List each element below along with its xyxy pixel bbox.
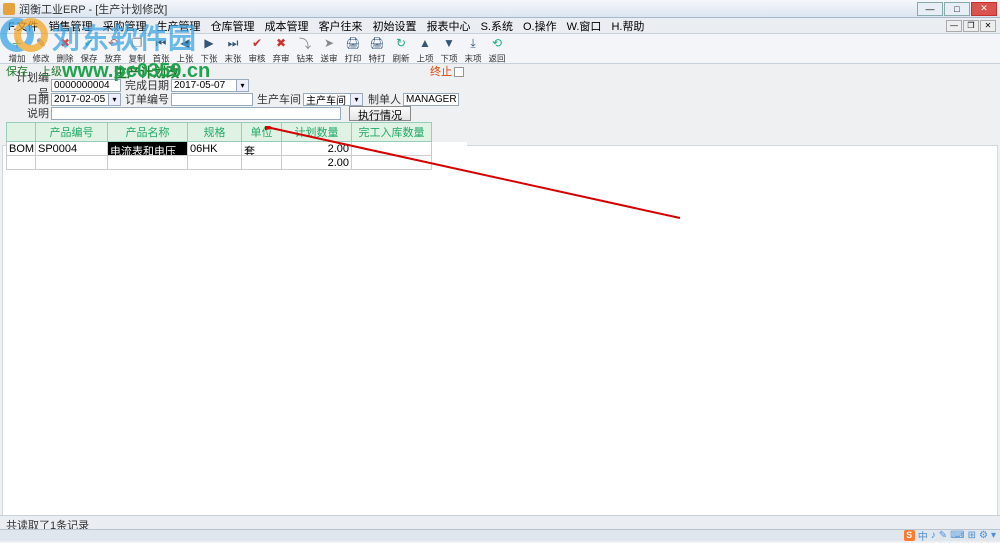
maker-input[interactable] [403, 93, 459, 106]
approve-button[interactable]: ✔审核 [246, 35, 268, 65]
refresh-button[interactable]: ↻刷新 [390, 35, 412, 65]
menu-sales[interactable]: 销售管理 [45, 17, 97, 35]
col-spec[interactable]: 规格 [188, 122, 242, 142]
tray-pen-icon[interactable]: ✎ [939, 530, 947, 541]
menu-file[interactable]: F.文件 [4, 17, 43, 35]
special-print-button[interactable]: 🖨特打 [366, 35, 388, 65]
cell-name[interactable]: 电流表和电压表 [108, 142, 188, 156]
date-input[interactable] [51, 93, 109, 106]
order-no-input[interactable] [171, 93, 253, 106]
menu-window[interactable]: W.窗口 [563, 17, 606, 35]
col-plan-qty[interactable]: 计划数量 [282, 122, 352, 142]
app-icon [3, 3, 15, 15]
workshop-label: 生产车间 [253, 91, 303, 107]
menu-report[interactable]: 报表中心 [423, 17, 475, 35]
edit-button[interactable]: ✎修改 [30, 35, 52, 65]
maximize-button[interactable]: □ [944, 2, 970, 16]
cell-code[interactable]: SP0004 [36, 142, 108, 156]
tray-grid-icon[interactable]: ⊞ [968, 530, 976, 541]
menu-purchase[interactable]: 采购管理 [99, 17, 151, 35]
cell-unit[interactable]: 套 [242, 142, 282, 156]
product-grid: 产品编号 产品名称 规格 单位 计划数量 完工入库数量 BOM表 SP0004 … [6, 122, 467, 170]
terminate-checkbox[interactable] [454, 67, 464, 77]
grid-row[interactable]: BOM表 SP0004 电流表和电压表 06HK 套 2.00 [6, 142, 467, 156]
order-no-label: 订单编号 [121, 91, 171, 107]
unapprove-button[interactable]: ✖弃审 [270, 35, 292, 65]
tray-keyboard-icon[interactable]: ⌨ [950, 530, 964, 541]
tray-more-icon[interactable]: ▾ [991, 530, 996, 541]
cell-bom[interactable]: BOM表 [6, 142, 36, 156]
statusbar: 共读取了1条记录 [0, 515, 1000, 529]
foot-plan-qty: 2.00 [282, 156, 352, 170]
desc-input[interactable] [51, 107, 341, 120]
menu-operate[interactable]: O.操作 [519, 17, 561, 35]
menu-warehouse[interactable]: 仓库管理 [207, 17, 259, 35]
up-item-button[interactable]: ▲上项 [414, 35, 436, 65]
col-product-name[interactable]: 产品名称 [108, 122, 188, 142]
drill-in-button[interactable]: ⤵钻来 [294, 35, 316, 65]
child-close-button[interactable]: ✕ [980, 20, 996, 32]
menubar: F.文件 销售管理 采购管理 生产管理 仓库管理 成本管理 客户往来 初始设置 … [0, 18, 1000, 34]
exec-status-button[interactable]: 执行情况 [349, 106, 411, 121]
taskbar [0, 529, 1000, 541]
col-blank[interactable] [6, 122, 36, 142]
menu-help[interactable]: H.帮助 [607, 17, 648, 35]
workshop-input[interactable] [303, 93, 351, 106]
col-product-code[interactable]: 产品编号 [36, 122, 108, 142]
finish-date-picker-icon[interactable]: ▾ [237, 79, 249, 92]
inline-superior-link[interactable]: 上级 [40, 63, 62, 79]
add-button[interactable]: ＋增加 [6, 35, 28, 65]
minimize-button[interactable]: — [917, 2, 943, 16]
inline-save-link[interactable]: 保存 [6, 63, 28, 79]
last-item-button[interactable]: ⤓末项 [462, 35, 484, 65]
last-button[interactable]: ⏭末张 [222, 35, 244, 65]
workshop-picker-icon[interactable]: ▾ [351, 93, 363, 106]
menu-system[interactable]: S.系统 [477, 17, 517, 35]
content-area [2, 145, 998, 517]
watermark-url: www.pc0359.cn [62, 60, 210, 83]
child-minimize-button[interactable]: — [946, 20, 962, 32]
terminate-label: 终止 [430, 66, 452, 78]
menu-init[interactable]: 初始设置 [369, 17, 421, 35]
tray-gear-icon[interactable]: ⚙ [979, 530, 988, 541]
tray-sound-icon[interactable]: ♪ [931, 530, 936, 541]
tray-lang-icon[interactable]: 中 [918, 528, 928, 543]
menu-production[interactable]: 生产管理 [153, 17, 205, 35]
cell-done-qty[interactable] [352, 142, 432, 156]
close-button[interactable]: ✕ [971, 2, 997, 16]
ime-icon[interactable]: S [904, 530, 915, 541]
submit-button[interactable]: ➤送审 [318, 35, 340, 65]
child-restore-button[interactable]: ❐ [963, 20, 979, 32]
print-button[interactable]: 🖨打印 [342, 35, 364, 65]
menu-customer[interactable]: 客户往来 [315, 17, 367, 35]
menu-cost[interactable]: 成本管理 [261, 17, 313, 35]
cell-spec[interactable]: 06HK [188, 142, 242, 156]
desc-label: 说明 [6, 105, 51, 121]
date-picker-icon[interactable]: ▾ [109, 93, 121, 106]
system-tray: S 中 ♪ ✎ ⌨ ⊞ ⚙ ▾ [904, 529, 996, 541]
col-unit[interactable]: 单位 [242, 122, 282, 142]
col-done-qty[interactable]: 完工入库数量 [352, 122, 432, 142]
cell-plan-qty[interactable]: 2.00 [282, 142, 352, 156]
window-title: 润衡工业ERP - [生产计划修改] [19, 1, 917, 17]
down-item-button[interactable]: ▼下项 [438, 35, 460, 65]
back-button[interactable]: ⟲返回 [486, 35, 508, 65]
